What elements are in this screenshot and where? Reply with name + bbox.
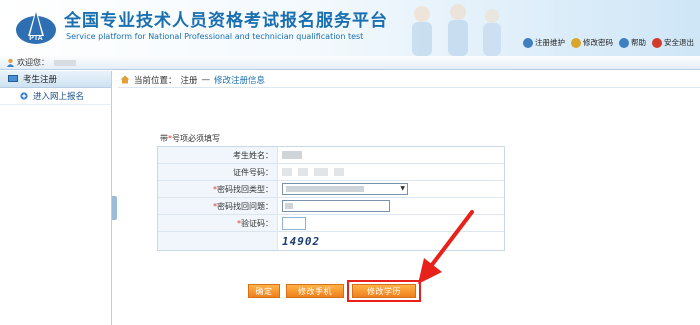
exit-icon bbox=[652, 37, 662, 48]
sidebar: 考生注册 进入网上报名 bbox=[0, 71, 112, 325]
recovery-question-label: *密码找回问题： bbox=[158, 198, 278, 214]
recovery-type-label: *密码找回类型： bbox=[158, 181, 278, 197]
username-redacted bbox=[54, 59, 76, 66]
tool-logout[interactable]: 安全退出 bbox=[652, 37, 694, 48]
form-row-name: 考生姓名： bbox=[158, 147, 504, 164]
pta-logo-icon: PTA bbox=[16, 9, 56, 44]
breadcrumb-current[interactable]: 修改注册信息 bbox=[214, 74, 265, 86]
captcha-label: *验证码： bbox=[158, 215, 278, 231]
required-note: 带*号项必须填写 bbox=[160, 134, 220, 143]
site-title: 全国专业技术人员资格考试报名服务平台 bbox=[64, 11, 388, 31]
sidebar-collapse-handle[interactable] bbox=[112, 196, 117, 220]
user-maintain-icon bbox=[523, 37, 533, 48]
id-value-redacted bbox=[282, 168, 292, 176]
recovery-question-value-redacted bbox=[285, 203, 293, 209]
breadcrumb: 当前位置： 注册 — 修改注册信息 bbox=[118, 72, 700, 88]
name-value-redacted bbox=[282, 151, 302, 159]
change-phone-button[interactable]: 修改手机 bbox=[286, 284, 344, 298]
confirm-button[interactable]: 确定 bbox=[248, 284, 280, 298]
help-icon bbox=[619, 37, 629, 48]
form-row-recovery-type: *密码找回类型： ▼ bbox=[158, 181, 504, 198]
chevron-down-icon: ▼ bbox=[400, 185, 405, 192]
sidebar-header[interactable]: 考生注册 bbox=[0, 71, 111, 88]
recovery-question-input[interactable] bbox=[282, 200, 390, 212]
tool-help[interactable]: 帮助 bbox=[619, 37, 646, 48]
id-value-redacted bbox=[314, 168, 328, 176]
recovery-type-value-redacted bbox=[286, 186, 364, 192]
form-row-id: 证件号码： bbox=[158, 164, 504, 181]
key-icon bbox=[571, 37, 581, 48]
monitor-icon bbox=[8, 75, 18, 82]
captcha-image[interactable]: 14902 bbox=[282, 235, 320, 248]
svg-text:PTA: PTA bbox=[29, 35, 42, 42]
home-icon bbox=[120, 75, 130, 84]
id-value-redacted bbox=[334, 168, 344, 176]
annotation-arrow-icon bbox=[418, 210, 474, 284]
header-toolbar: 注册维护 修改密码 帮助 安全退出 bbox=[523, 37, 694, 48]
welcome-label: 欢迎您： bbox=[17, 57, 49, 67]
captcha-input[interactable] bbox=[282, 217, 306, 230]
sidebar-item-enter-registration[interactable]: 进入网上报名 bbox=[0, 88, 111, 105]
name-label: 考生姓名： bbox=[158, 147, 278, 163]
plus-circle-icon bbox=[20, 92, 28, 100]
id-label: 证件号码： bbox=[158, 164, 278, 180]
recovery-type-select[interactable]: ▼ bbox=[282, 183, 408, 195]
tool-change-password[interactable]: 修改密码 bbox=[571, 37, 613, 48]
tool-register-maintain[interactable]: 注册维护 bbox=[523, 37, 565, 48]
header-banner: PTA 全国专业技术人员资格考试报名服务平台 Service platform … bbox=[0, 0, 700, 56]
id-value-redacted bbox=[298, 168, 308, 176]
site-subtitle: Service platform for National Profession… bbox=[66, 32, 364, 41]
header-people-illustration bbox=[412, 4, 501, 56]
user-icon bbox=[6, 58, 15, 67]
welcome-bar: 欢迎您： bbox=[0, 56, 700, 70]
